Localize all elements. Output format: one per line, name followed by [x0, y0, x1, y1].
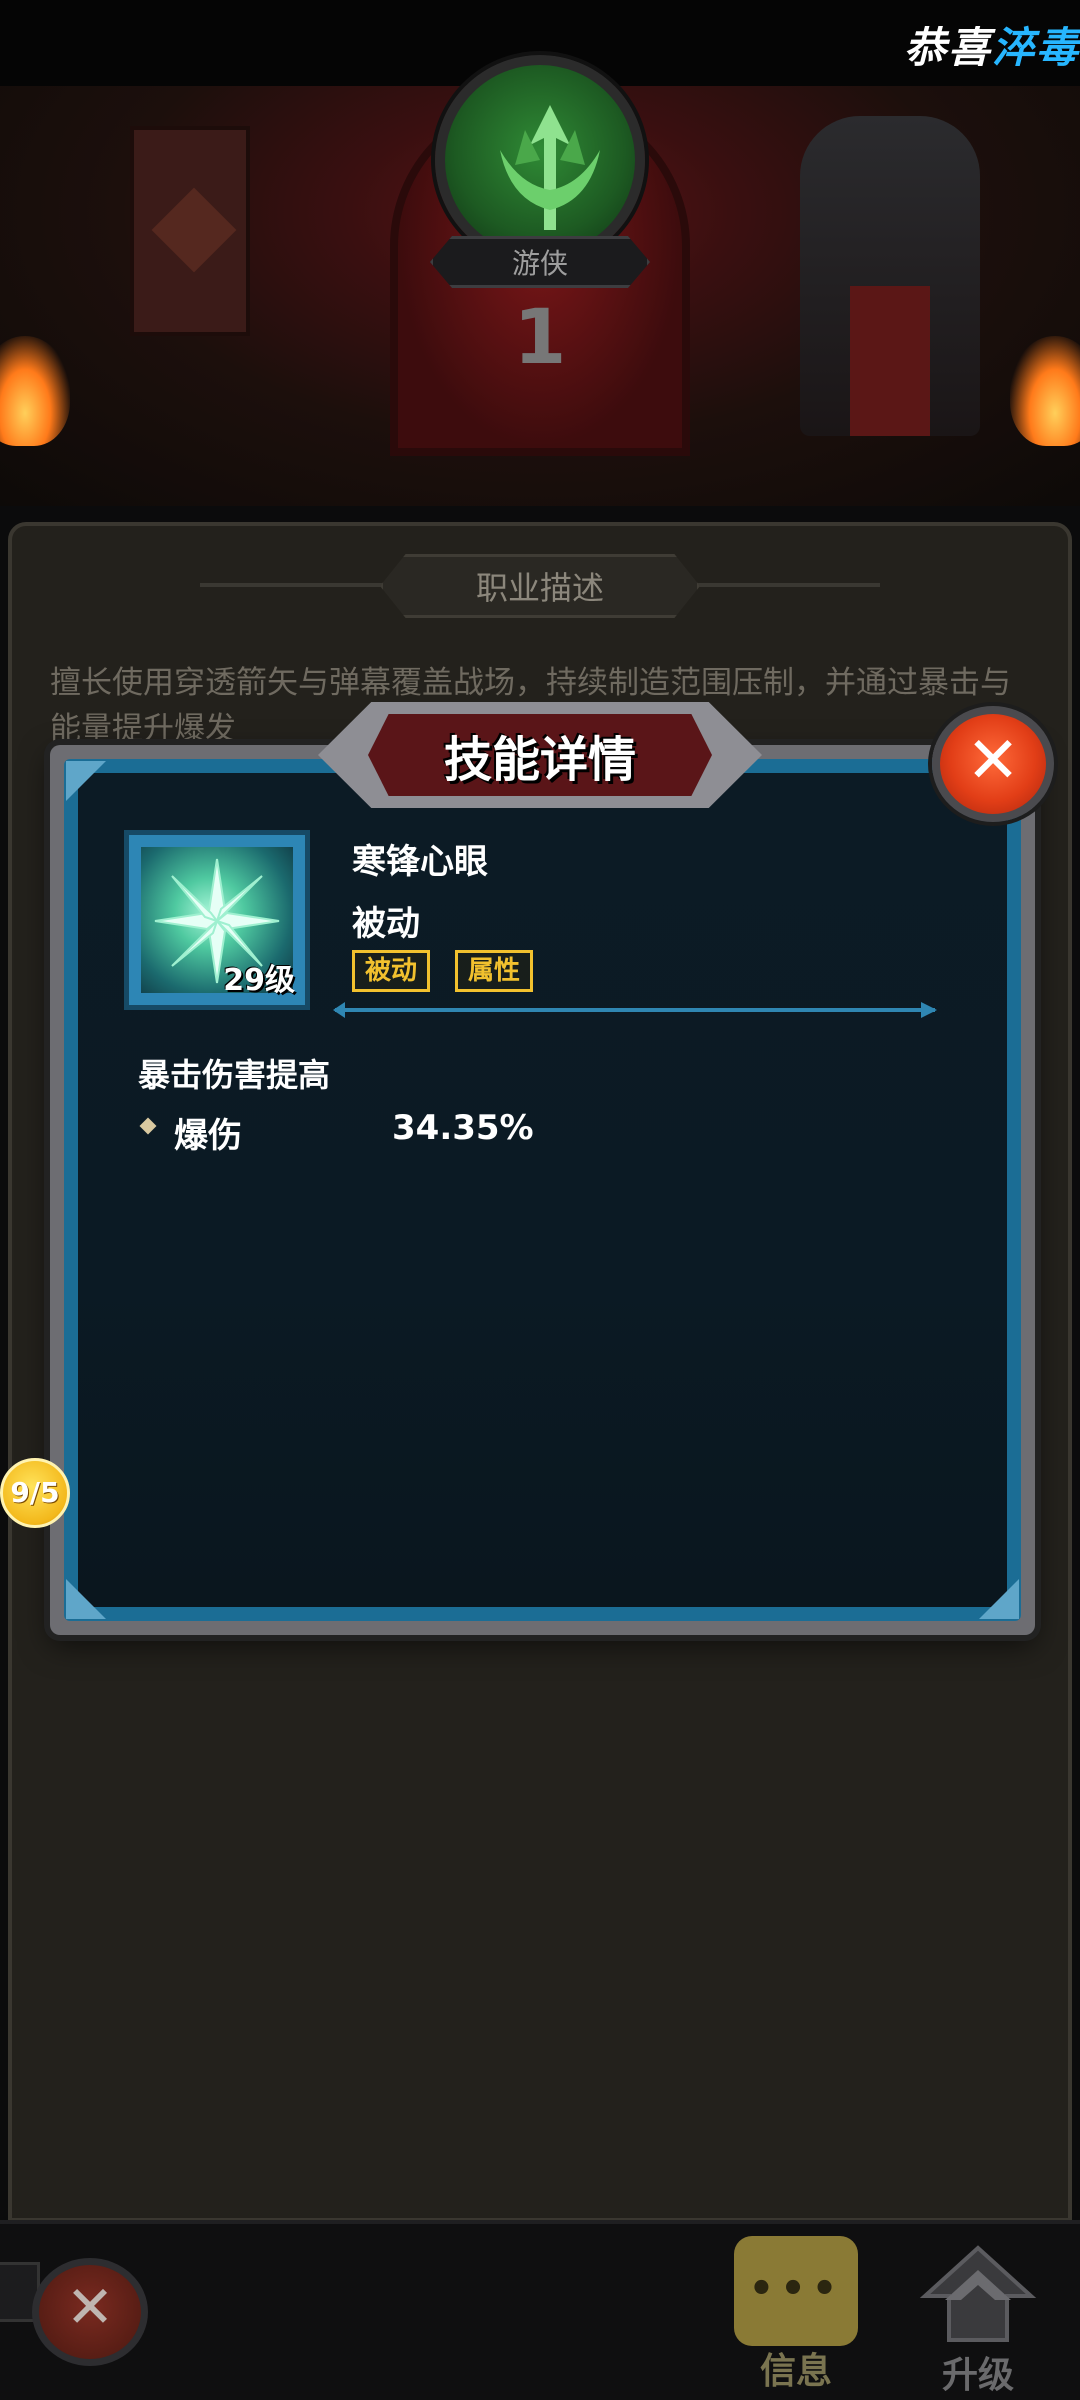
close-icon: ✕ [65, 2273, 115, 2341]
back-close-button[interactable]: ✕ [32, 2258, 148, 2366]
divider-line-right [690, 583, 880, 587]
skill-name: 寒锋心眼 [352, 842, 488, 882]
divider-line-left [200, 583, 390, 587]
stat-value: 34.35% [392, 1108, 534, 1148]
torch-fire-left [0, 336, 70, 446]
bullet-diamond-icon [139, 1117, 157, 1135]
class-emblem-icon[interactable] [435, 55, 645, 265]
wall-banner [130, 126, 250, 336]
stat-row: 爆伤 34.35% [138, 1108, 638, 1156]
effect-title: 暴击伤害提高 [138, 1056, 331, 1094]
skill-type: 被动 [352, 904, 420, 944]
side-counter-badge[interactable]: 9/5 [0, 1458, 70, 1528]
chat-bubble-icon: ••• [748, 2266, 844, 2312]
close-dialog-button[interactable]: ✕ [932, 706, 1054, 822]
upgrade-label: 升级 [941, 2355, 1014, 2396]
skill-level-label: 29级 [223, 963, 295, 998]
skill-tag: 属性 [455, 950, 534, 992]
dialog-title-plate: 技能详情 [318, 690, 762, 820]
skill-icon-frame: 29级 [124, 830, 310, 1010]
description-section-title: 职业描述 [380, 554, 700, 618]
stat-label: 爆伤 [174, 1116, 242, 1156]
dialog-title: 技能详情 [443, 732, 636, 788]
ranger-crest-icon [500, 105, 600, 230]
skill-tag: 被动 [352, 950, 431, 992]
upgrade-button[interactable] [915, 2240, 1041, 2350]
armor-statue [800, 116, 980, 436]
congrats-marquee: 恭喜淬毒 [904, 14, 1080, 75]
info-button[interactable]: ••• [734, 2236, 858, 2346]
upgrade-arrow-icon [919, 2245, 1037, 2342]
congrats-highlight: 淬毒 [991, 23, 1080, 72]
torch-fire-right [1010, 336, 1080, 446]
congrats-text: 恭喜 [903, 23, 992, 72]
class-level: 1 [513, 292, 567, 381]
class-name-plate: 游侠 [430, 236, 650, 288]
close-icon: ✕ [966, 724, 1020, 798]
info-label: 信息 [759, 2351, 832, 2392]
decorative-arrow-divider [333, 1002, 937, 1018]
